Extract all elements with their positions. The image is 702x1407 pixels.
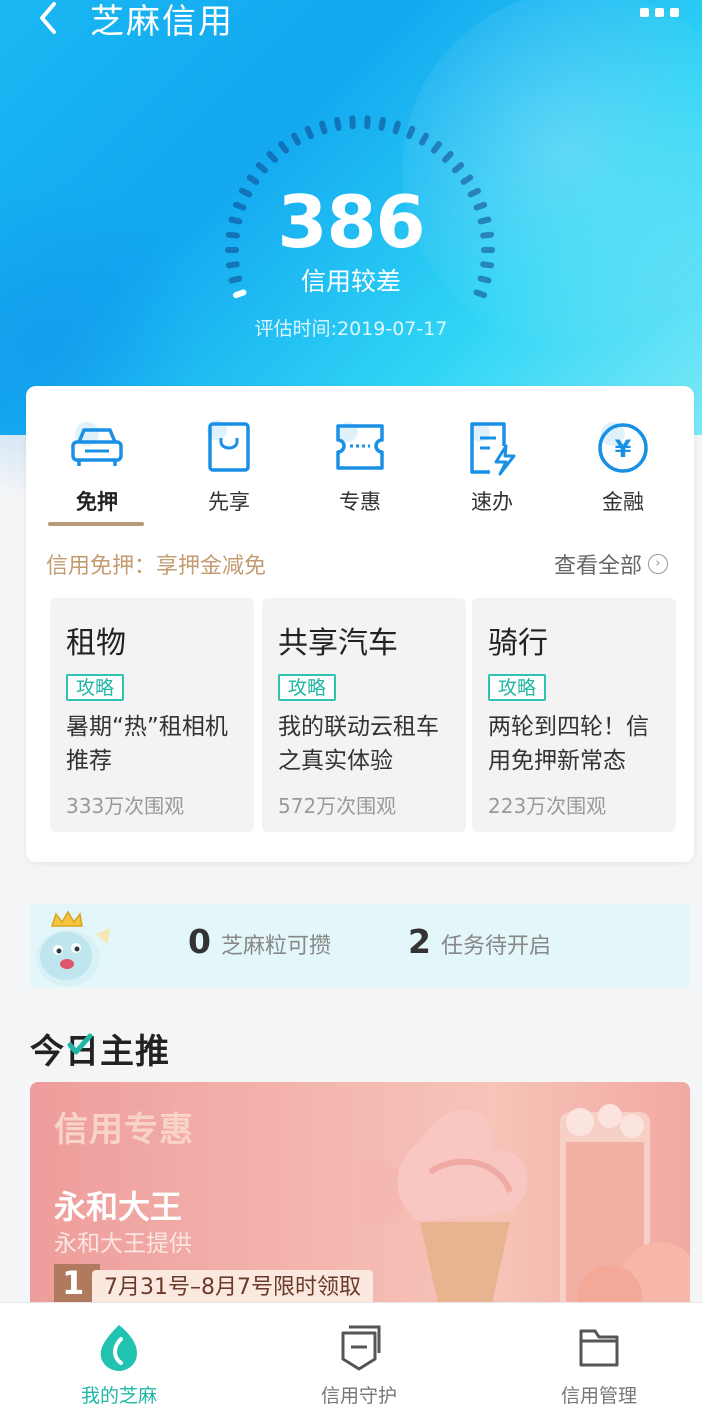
grains-count: 0	[188, 922, 211, 961]
shopping-bag-icon	[207, 420, 250, 472]
tasks-count: 2	[408, 922, 431, 961]
tab-quick-service[interactable]: 速办	[437, 416, 547, 516]
promo-banner[interactable]: 信用专惠 永和大王 永和大王提供 1 7月31号–8月7号限时领取	[30, 1082, 690, 1312]
banner-brand: 永和大王	[54, 1188, 183, 1226]
tab-label: 先享	[208, 490, 250, 514]
item-tag: 攻略	[278, 674, 337, 701]
score-header: 芝麻信用 386 信用较差 评估时间:2019-07-17	[0, 0, 702, 500]
gauge-tick	[304, 125, 314, 140]
more-dot-icon	[640, 8, 649, 17]
gauge-tick	[442, 150, 454, 163]
tab-label: 免押	[76, 490, 118, 514]
tab-finance[interactable]: ¥ 金融	[568, 416, 678, 516]
gauge-tick	[319, 120, 328, 135]
coupon-ticket-icon	[336, 422, 384, 470]
tab-label: 金融	[602, 490, 644, 514]
tasks-stat: 2 任务待开启	[408, 922, 551, 961]
gauge-tick	[278, 141, 289, 154]
item-name: 骑行	[488, 626, 548, 661]
chevron-left-icon	[40, 2, 56, 34]
banner-category: 信用专惠	[54, 1110, 194, 1150]
tab-pay-later[interactable]: 先享	[174, 416, 284, 516]
nav-credit-management[interactable]: 信用管理	[482, 1303, 702, 1407]
nav-label: 信用守护	[320, 1385, 397, 1407]
page-title: 芝麻信用	[90, 2, 234, 42]
nav-label: 信用管理	[560, 1385, 637, 1407]
item-card[interactable]: 租物 攻略 暑期“热”租相机推荐 333万次围观	[50, 598, 254, 832]
back-button[interactable]	[30, 0, 70, 40]
svg-text:¥: ¥	[615, 435, 632, 463]
mascot-icon	[36, 910, 110, 986]
gauge-tick	[378, 117, 386, 131]
yuan-coin-icon: ¥	[598, 422, 648, 473]
item-name: 租物	[66, 626, 126, 661]
gauge-tick	[451, 162, 465, 174]
promo-text: 信用免押：享押金减免	[46, 554, 267, 579]
view-all-link[interactable]: 查看全部 ›	[554, 548, 668, 580]
page: 芝麻信用 386 信用较差 评估时间:2019-07-17 免押 先享 专惠 速…	[0, 0, 702, 1407]
gauge-tick	[392, 120, 401, 135]
credit-score: 386	[277, 180, 425, 264]
document-lightning-icon	[470, 422, 516, 476]
nav-label: 我的芝麻	[80, 1385, 157, 1407]
banner-provider: 永和大王提供	[54, 1231, 192, 1257]
item-card[interactable]: 共享汽车 攻略 我的联动云租车之真实体验 572万次围观	[262, 598, 466, 832]
evaluation-time: 评估时间:2019-07-17	[254, 318, 448, 340]
item-tag: 攻略	[488, 674, 547, 701]
item-card[interactable]: 骑行 攻略 两轮到四轮！信用免押新常态 223万次围观	[472, 598, 676, 832]
section-title-today: 今日主推	[30, 1032, 170, 1072]
more-dot-icon	[655, 8, 664, 17]
bottom-navigation: 我的芝麻 信用守护 信用管理	[0, 1302, 702, 1407]
gauge-tick	[266, 150, 278, 163]
grains-label: 芝麻粒可攒	[220, 934, 331, 959]
more-dot-icon	[670, 8, 679, 17]
gauge-tick	[291, 132, 301, 146]
chevron-right-icon: ›	[648, 554, 668, 574]
grains-stat: 0 芝麻粒可攒	[188, 922, 331, 961]
zhima-grains-bar[interactable]: 0 芝麻粒可攒 2 任务待开启	[30, 904, 690, 988]
service-card: 免押 先享 专惠 速办 ¥ 金融 信用免押：享押金减免 查看全部 › 租物 攻略…	[26, 386, 694, 862]
item-description: 暑期“热”租相机推荐	[66, 714, 228, 774]
credit-level[interactable]: 信用较差	[0, 262, 702, 298]
nav-credit-guard[interactable]: 信用守护	[242, 1303, 476, 1407]
item-description: 两轮到四轮！信用免押新常态	[488, 714, 649, 774]
folder-icon	[579, 1329, 619, 1367]
tab-label: 专惠	[339, 490, 381, 514]
tab-label: 速办	[471, 490, 513, 514]
shield-folder-icon	[341, 1325, 381, 1371]
gauge-tick	[255, 162, 269, 174]
item-tag: 攻略	[66, 674, 125, 701]
item-name: 共享汽车	[278, 626, 398, 661]
ice-cream-drink-illustration	[360, 1104, 690, 1312]
gauge-tick	[419, 132, 429, 146]
item-views: 333万次围观	[66, 794, 185, 818]
gauge-tick	[406, 125, 416, 140]
tab-deposit-free[interactable]: 免押	[42, 416, 152, 516]
item-views: 572万次围观	[278, 794, 397, 818]
nav-my-zhima[interactable]: 我的芝麻	[2, 1303, 236, 1407]
item-views: 223万次围观	[488, 794, 607, 818]
gauge-tick	[334, 117, 342, 131]
view-all-label: 查看全部	[553, 554, 642, 579]
more-menu-button[interactable]	[640, 8, 684, 22]
sesame-drop-icon	[100, 1325, 137, 1371]
tasks-label: 任务待开启	[440, 934, 551, 959]
gauge-tick	[431, 141, 442, 154]
car-icon	[71, 422, 123, 466]
item-description: 我的联动云租车之真实体验	[278, 714, 439, 774]
banner-period: 7月31号–8月7号限时领取	[92, 1270, 373, 1306]
featured-items: 租物 攻略 暑期“热”租相机推荐 333万次围观 共享汽车 攻略 我的联动云租车…	[50, 598, 676, 832]
tab-special-offer[interactable]: 专惠	[305, 416, 415, 516]
active-tab-indicator	[48, 522, 144, 526]
service-tabs: 免押 先享 专惠 速办 ¥ 金融	[26, 416, 694, 516]
check-icon	[67, 1033, 93, 1055]
